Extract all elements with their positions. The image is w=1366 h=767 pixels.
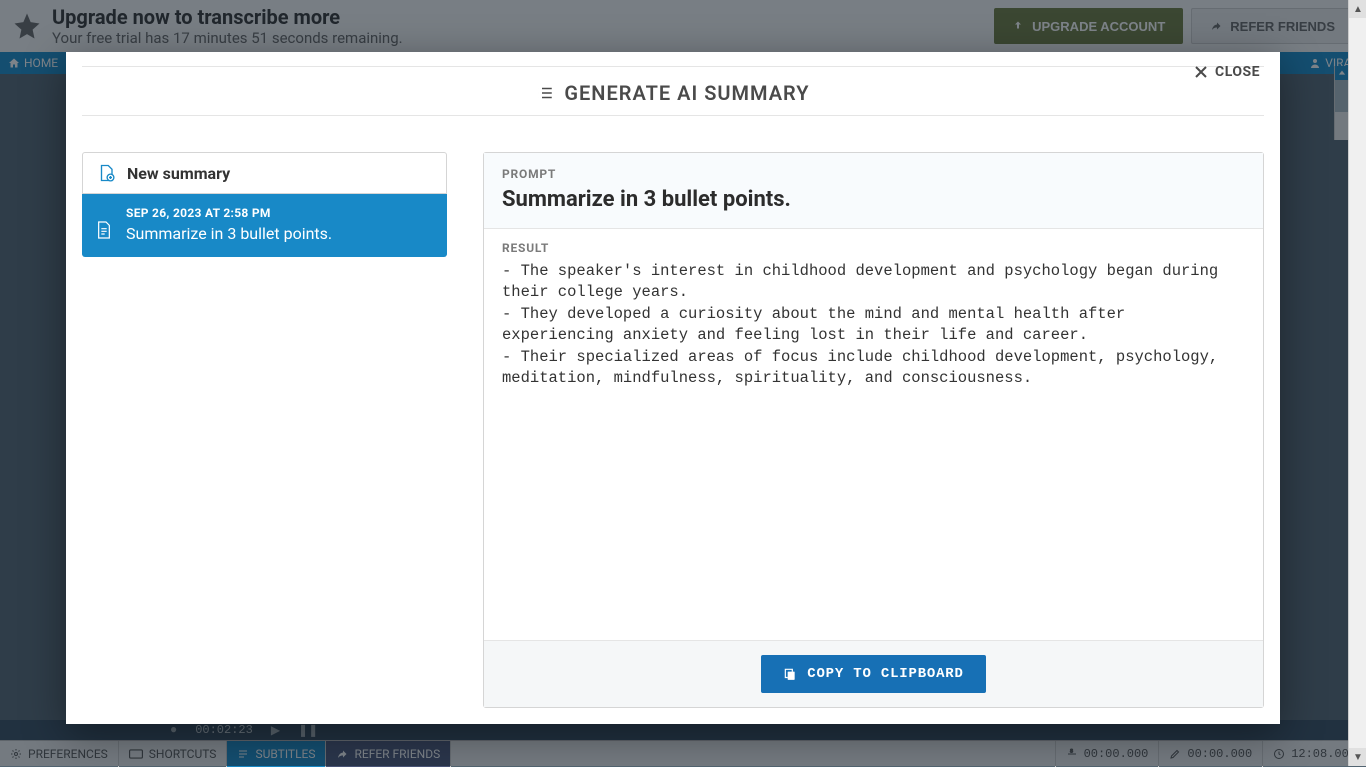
summary-panel: PROMPT Summarize in 3 bullet points. RES… (483, 152, 1264, 708)
list-icon (536, 84, 554, 102)
close-button[interactable]: CLOSE (1195, 64, 1260, 80)
summary-title: Summarize in 3 bullet points. (126, 224, 332, 243)
scroll-up-arrow-icon[interactable]: ▲ (1349, 0, 1366, 18)
summary-history-item[interactable]: SEP 26, 2023 AT 2:58 PM Summarize in 3 b… (82, 194, 447, 257)
window-scrollbar[interactable]: ▲ ▼ (1348, 0, 1366, 766)
copy-label: COPY TO CLIPBOARD (807, 666, 963, 682)
result-label: RESULT (502, 241, 1245, 255)
scroll-down-arrow-icon[interactable]: ▼ (1349, 748, 1366, 766)
prompt-text: Summarize in 3 bullet points. (502, 187, 1245, 212)
new-summary-label: New summary (127, 164, 230, 183)
prompt-label: PROMPT (502, 167, 1245, 181)
summary-date: SEP 26, 2023 AT 2:58 PM (126, 206, 332, 220)
copy-to-clipboard-button[interactable]: COPY TO CLIPBOARD (761, 655, 985, 693)
close-icon (1195, 66, 1207, 78)
document-icon (96, 220, 112, 240)
summary-sidebar: New summary SEP 26, 2023 AT 2:58 PM Summ… (82, 152, 447, 708)
new-summary-button[interactable]: New summary (82, 152, 447, 194)
result-area[interactable]: RESULT - The speaker's interest in child… (484, 229, 1263, 641)
close-label: CLOSE (1215, 64, 1260, 80)
new-file-icon (97, 164, 115, 182)
ai-summary-modal: CLOSE GENERATE AI SUMMARY New summary SE… (66, 52, 1280, 724)
result-text: - The speaker's interest in childhood de… (502, 261, 1245, 389)
copy-icon (783, 667, 797, 681)
modal-title: GENERATE AI SUMMARY (82, 66, 1264, 116)
